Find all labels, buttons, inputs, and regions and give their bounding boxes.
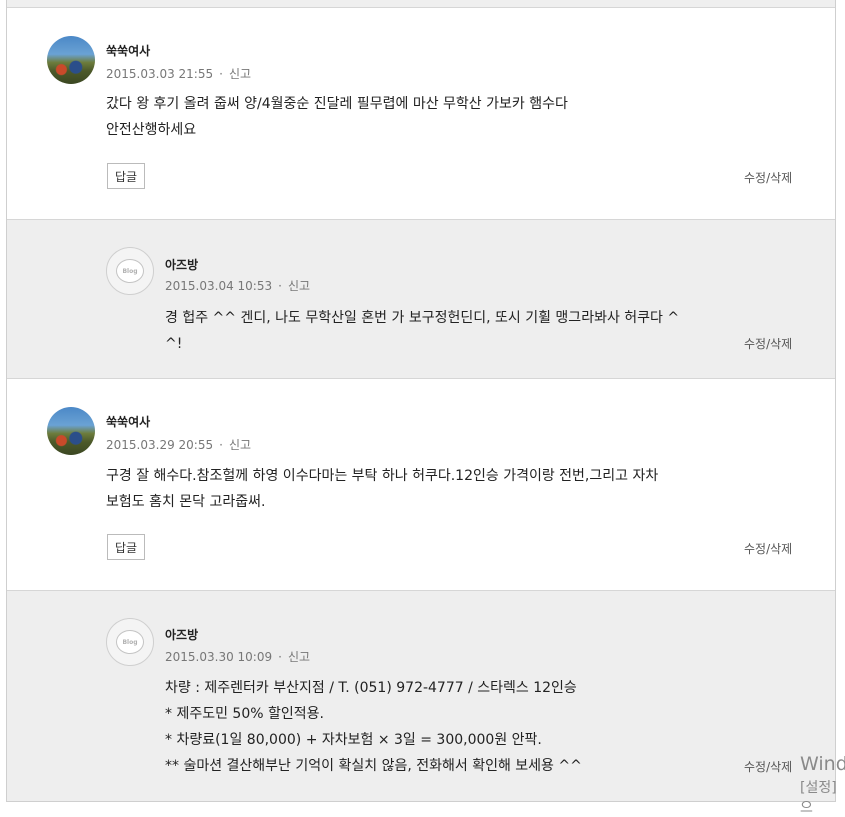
comment-body: 차량 : 제주렌터카 부산지점 / T. (051) 972-4777 / 스타… bbox=[165, 680, 582, 774]
report-link[interactable]: 신고 bbox=[288, 650, 310, 664]
separator: · bbox=[278, 279, 282, 293]
avatar[interactable]: Blog bbox=[106, 247, 154, 295]
comment-list: 쑥쑥여사 2015.03.03 21:55 · 신고 갔다 왕 후기 올려 줍써 양… bbox=[6, 0, 836, 802]
separator: · bbox=[219, 438, 223, 452]
blog-icon: Blog bbox=[116, 630, 144, 654]
windows-activation-watermark: Wind bbox=[800, 753, 845, 775]
reply-item: Blog 아즈방 2015.03.04 10:53 · 신고 경 헙주 ^^ 겐디,… bbox=[7, 220, 835, 379]
separator: · bbox=[219, 67, 223, 81]
edit-delete-link[interactable]: 수정/삭제 bbox=[744, 335, 792, 352]
author-name[interactable]: 쑥쑥여사 bbox=[106, 413, 150, 430]
avatar[interactable]: Blog bbox=[106, 618, 154, 666]
avatar[interactable] bbox=[47, 407, 95, 455]
comment-meta: 2015.03.29 20:55 · 신고 bbox=[106, 436, 251, 453]
comment-date: 2015.03.29 20:55 bbox=[106, 438, 214, 452]
comment-date: 2015.03.30 10:09 bbox=[165, 650, 273, 664]
edit-delete-link[interactable]: 수정/삭제 bbox=[744, 540, 792, 557]
top-divider bbox=[7, 0, 835, 8]
edit-delete-link[interactable]: 수정/삭제 bbox=[744, 758, 792, 775]
author-name[interactable]: 아즈방 bbox=[165, 626, 198, 643]
windows-activation-hint: [설정]으 bbox=[800, 780, 837, 816]
comment-item: 쑥쑥여사 2015.03.03 21:55 · 신고 갔다 왕 후기 올려 줍써 양… bbox=[7, 8, 835, 220]
avatar[interactable] bbox=[47, 36, 95, 84]
comment-meta: 2015.03.03 21:55 · 신고 bbox=[106, 65, 251, 82]
comment-body: 경 헙주 ^^ 겐디, 나도 무학산일 혼번 가 보구정헌딘디, 또시 기휠 맹… bbox=[165, 310, 680, 352]
comment-meta: 2015.03.04 10:53 · 신고 bbox=[165, 277, 310, 294]
report-link[interactable]: 신고 bbox=[229, 67, 251, 81]
reply-button[interactable]: 답글 bbox=[107, 534, 145, 560]
reply-button[interactable]: 답글 bbox=[107, 163, 145, 189]
comment-date: 2015.03.04 10:53 bbox=[165, 279, 273, 293]
comment-date: 2015.03.03 21:55 bbox=[106, 67, 214, 81]
comment-body: 구경 잘 해수다.참조헐께 하영 이수다마는 부탁 하나 허쿠다.12인승 가격… bbox=[106, 468, 659, 510]
comment-body: 갔다 왕 후기 올려 줍써 양/4월중순 진달레 필무렵에 마산 무학산 가보카… bbox=[106, 96, 568, 138]
report-link[interactable]: 신고 bbox=[288, 279, 310, 293]
reply-item: Blog 아즈방 2015.03.30 10:09 · 신고 차량 : 제주렌터카 … bbox=[7, 591, 835, 801]
separator: · bbox=[278, 650, 282, 664]
edit-delete-link[interactable]: 수정/삭제 bbox=[744, 169, 792, 186]
author-name[interactable]: 아즈방 bbox=[165, 256, 198, 273]
blog-icon: Blog bbox=[116, 259, 144, 283]
author-name[interactable]: 쑥쑥여사 bbox=[106, 42, 150, 59]
comment-item: 쑥쑥여사 2015.03.29 20:55 · 신고 구경 잘 해수다.참조헐께 하… bbox=[7, 379, 835, 591]
comment-meta: 2015.03.30 10:09 · 신고 bbox=[165, 648, 310, 665]
report-link[interactable]: 신고 bbox=[229, 438, 251, 452]
